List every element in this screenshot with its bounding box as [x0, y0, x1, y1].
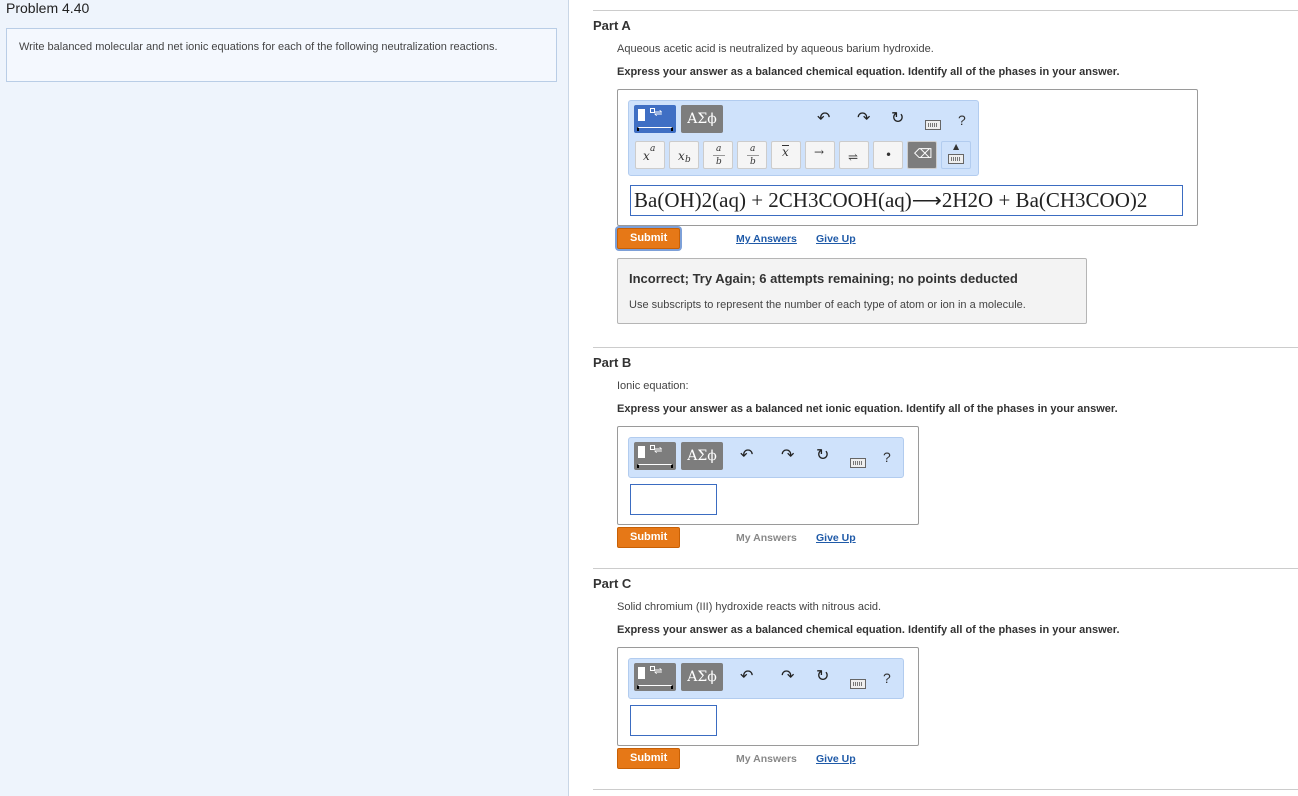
reset-icon[interactable]: ↻: [816, 669, 829, 685]
feedback-title: Incorrect; Try Again; 6 attempts remaini…: [629, 271, 1018, 286]
inline-fraction-button[interactable]: ab: [737, 141, 767, 169]
part-a-instruction: Express your answer as a balanced chemic…: [617, 66, 1120, 78]
part-c-prompt: Solid chromium (III) hydroxide reacts wi…: [617, 601, 882, 613]
divider: [593, 10, 1298, 11]
part-b-toolbar: ⇌ ΑΣϕ ↶ ↷ ↻ ?: [628, 437, 904, 478]
part-a-equation-input[interactable]: Ba(OH)2(aq) + 2CH3COOH(aq)⟶2H2O + Ba(CH3…: [630, 185, 1183, 216]
superscript-button[interactable]: xa: [635, 141, 665, 169]
redo-icon[interactable]: ↷: [857, 111, 870, 127]
part-b-prompt: Ionic equation:: [617, 380, 689, 392]
feedback-text: Use subscripts to represent the number o…: [629, 299, 1026, 311]
part-c-instruction: Express your answer as a balanced chemic…: [617, 624, 1120, 636]
part-c-equation-input[interactable]: [630, 705, 717, 736]
part-b-my-answers-link[interactable]: My Answers: [736, 532, 797, 544]
part-c-give-up-link[interactable]: Give Up: [816, 753, 856, 765]
problem-instructions: Write balanced molecular and net ionic e…: [19, 41, 498, 53]
answer-pane: Part A Aqueous acetic acid is neutralize…: [569, 0, 1298, 796]
undo-icon[interactable]: ↶: [817, 111, 830, 127]
part-a-my-answers-link[interactable]: My Answers: [736, 233, 797, 245]
part-b-answer-frame: ⇌ ΑΣϕ ↶ ↷ ↻ ?: [617, 426, 919, 525]
help-button[interactable]: ?: [958, 112, 966, 128]
keyboard-icon[interactable]: [925, 120, 941, 130]
reset-icon[interactable]: ↻: [816, 448, 829, 464]
help-button[interactable]: ?: [883, 670, 891, 686]
part-b-give-up-link[interactable]: Give Up: [816, 532, 856, 544]
greek-symbols-button[interactable]: ΑΣϕ: [681, 663, 723, 691]
redo-icon[interactable]: ↷: [781, 669, 794, 685]
part-b-equation-input[interactable]: [630, 484, 717, 515]
part-a-toolbar: ⇌ ΑΣϕ ↶ ↷ ↻ ? xa xb ab ab x → ⇌ • ⌫ ▲: [628, 100, 979, 176]
problem-pane: Problem 4.40 Write balanced molecular an…: [0, 0, 569, 796]
reaction-arrow-button[interactable]: →: [805, 141, 835, 169]
divider: [593, 789, 1298, 790]
part-a-title: Part A: [593, 18, 631, 33]
divider: [593, 568, 1298, 569]
part-c-submit-button[interactable]: Submit: [617, 748, 680, 769]
divider: [593, 347, 1298, 348]
redo-icon[interactable]: ↷: [781, 448, 794, 464]
fraction-button[interactable]: ab: [703, 141, 733, 169]
reset-icon[interactable]: ↻: [891, 111, 904, 127]
problem-instructions-box: Write balanced molecular and net ionic e…: [6, 28, 557, 82]
part-b-instruction: Express your answer as a balanced net io…: [617, 403, 1118, 415]
keyboard-icon[interactable]: [850, 679, 866, 689]
subscript-button[interactable]: xb: [669, 141, 699, 169]
backspace-icon: ⌫: [914, 147, 933, 162]
backspace-button[interactable]: ⌫: [907, 141, 937, 169]
part-a-give-up-link[interactable]: Give Up: [816, 233, 856, 245]
part-c-answer-frame: ⇌ ΑΣϕ ↶ ↷ ↻ ?: [617, 647, 919, 746]
part-b-submit-button[interactable]: Submit: [617, 527, 680, 548]
undo-icon[interactable]: ↶: [740, 669, 753, 685]
templates-button[interactable]: ⇌: [634, 442, 676, 470]
part-a-prompt: Aqueous acetic acid is neutralized by aq…: [617, 43, 934, 55]
templates-button[interactable]: ⇌: [634, 663, 676, 691]
overbar-button[interactable]: x: [771, 141, 801, 169]
part-c-toolbar: ⇌ ΑΣϕ ↶ ↷ ↻ ?: [628, 658, 904, 699]
part-b-title: Part B: [593, 355, 632, 370]
part-c-title: Part C: [593, 576, 632, 591]
part-a-submit-button[interactable]: Submit: [617, 228, 680, 249]
part-a-feedback: Incorrect; Try Again; 6 attempts remaini…: [617, 258, 1087, 324]
equilibrium-arrow-button[interactable]: ⇌: [839, 141, 869, 169]
problem-title: Problem 4.40: [6, 0, 90, 16]
templates-button[interactable]: ⇌: [634, 105, 676, 133]
chevron-up-icon: ▲: [953, 142, 960, 151]
expand-keyboard-button[interactable]: ▲: [941, 141, 971, 169]
undo-icon[interactable]: ↶: [740, 448, 753, 464]
greek-symbols-button[interactable]: ΑΣϕ: [681, 442, 723, 470]
greek-symbols-button[interactable]: ΑΣϕ: [681, 105, 723, 133]
keyboard-icon[interactable]: [850, 458, 866, 468]
help-button[interactable]: ?: [883, 449, 891, 465]
part-a-answer-frame: ⇌ ΑΣϕ ↶ ↷ ↻ ? xa xb ab ab x → ⇌ • ⌫ ▲ Ba…: [617, 89, 1198, 226]
keyboard-icon: [948, 154, 964, 164]
dot-button[interactable]: •: [873, 141, 903, 169]
part-c-my-answers-link[interactable]: My Answers: [736, 753, 797, 765]
